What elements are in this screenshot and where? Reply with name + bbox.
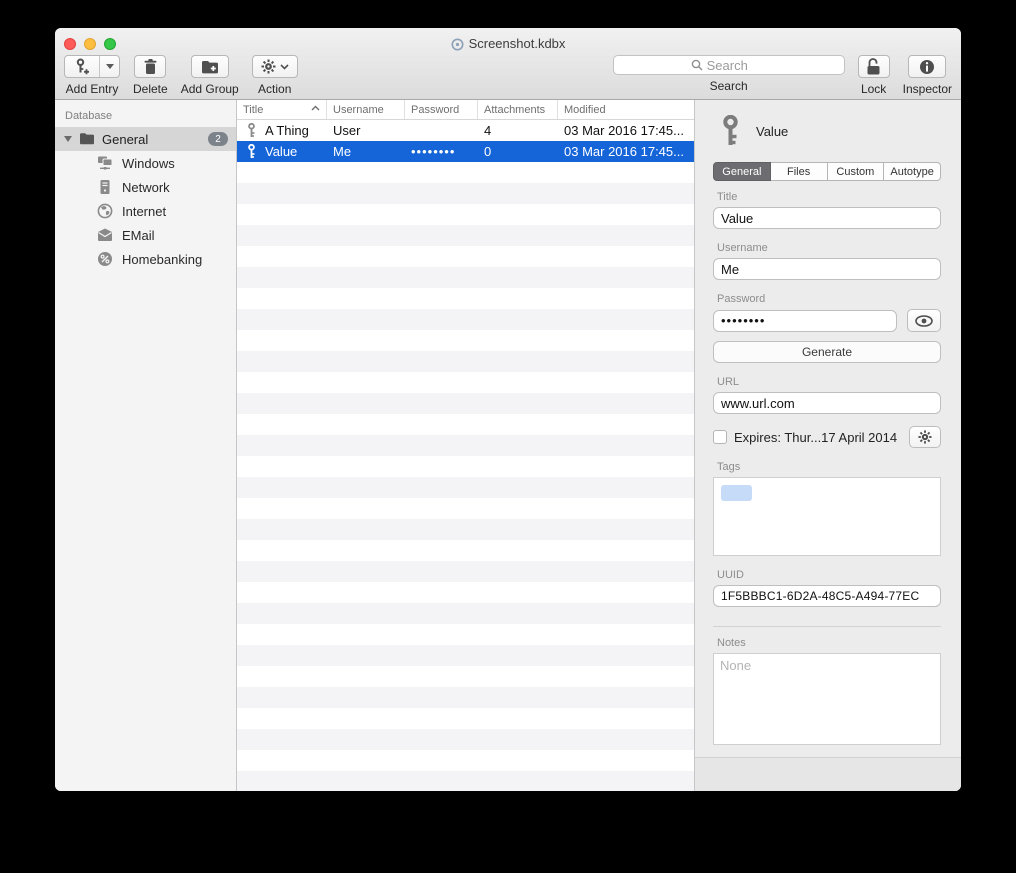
windows-network-icon: [97, 155, 113, 171]
search-icon: [691, 59, 703, 71]
column-header-attachments[interactable]: Attachments: [478, 100, 558, 119]
key-icon: [247, 123, 256, 138]
server-icon: [97, 179, 113, 195]
eye-icon: [915, 315, 933, 327]
key-icon: [247, 144, 256, 159]
entry-table: Title Username Password Attachments Modi…: [237, 100, 695, 791]
table-row-selected[interactable]: Value Me •••••••• 0 03 Mar 2016 17:45...: [237, 141, 694, 162]
sidebar-section-header: Database: [55, 107, 236, 127]
add-group-button[interactable]: [191, 55, 229, 78]
sidebar-item-label: Homebanking: [122, 252, 202, 267]
add-entry-button[interactable]: [64, 55, 120, 78]
generate-button[interactable]: Generate: [713, 341, 941, 363]
sidebar-item-email[interactable]: EMail: [55, 223, 236, 247]
app-window: Screenshot.kdbx Add En: [55, 28, 961, 791]
tab-custom[interactable]: Custom: [828, 162, 885, 181]
info-icon: [919, 59, 935, 75]
toolbar-right: Search Lock: [613, 55, 952, 96]
folder-plus-icon: [201, 60, 219, 74]
action-button[interactable]: [252, 55, 298, 78]
uuid-label: UUID: [717, 569, 941, 581]
inspector-footer: [695, 757, 961, 791]
sort-ascending-icon: [311, 105, 320, 111]
inspector-button[interactable]: [908, 55, 946, 78]
add-entry-dropdown[interactable]: [99, 56, 119, 77]
lock-open-icon: [866, 58, 881, 75]
inspector-tabs: General Files Custom Autotype: [713, 162, 941, 181]
tab-general[interactable]: General: [713, 162, 771, 181]
inspector-panel: Value General Files Custom Autotype Titl…: [695, 100, 961, 791]
entry-count-badge: 2: [208, 132, 228, 146]
sidebar-item-label: EMail: [122, 228, 155, 243]
document-proxy-icon: [451, 38, 464, 51]
tags-label: Tags: [717, 461, 941, 473]
title-label: Title: [717, 191, 941, 203]
trash-icon: [144, 59, 157, 75]
sidebar-item-label: Internet: [122, 204, 166, 219]
expires-settings-button[interactable]: [909, 426, 941, 448]
username-field[interactable]: [713, 258, 941, 280]
titlebar-toolbar: Screenshot.kdbx Add En: [55, 28, 961, 100]
gear-icon: [918, 430, 932, 444]
password-label: Password: [717, 293, 941, 305]
add-entry-label: Add Entry: [66, 82, 119, 96]
globe-icon: [97, 203, 113, 219]
lock-label: Lock: [861, 82, 886, 96]
tab-files[interactable]: Files: [771, 162, 828, 181]
sidebar: Database General 2 Windows: [55, 100, 237, 791]
column-header-title[interactable]: Title: [237, 100, 327, 119]
notes-label: Notes: [717, 637, 941, 649]
disclosure-triangle-icon[interactable]: [64, 136, 72, 142]
key-icon: [720, 115, 741, 147]
sidebar-item-label: Windows: [122, 156, 175, 171]
search-field[interactable]: [613, 55, 845, 75]
column-header-password[interactable]: Password: [405, 100, 478, 119]
tag-pill[interactable]: [721, 485, 752, 501]
toolbar-left: Add Entry Delete: [64, 55, 298, 96]
title-field[interactable]: [713, 207, 941, 229]
chevron-down-icon: [280, 64, 289, 70]
gear-icon: [261, 59, 276, 74]
sidebar-item-label: General: [102, 132, 208, 147]
notes-section: Notes: [695, 627, 961, 750]
delete-button[interactable]: [134, 55, 166, 78]
password-field[interactable]: [713, 310, 897, 332]
url-field[interactable]: [713, 392, 941, 414]
key-plus-icon: [65, 56, 99, 77]
uuid-field[interactable]: [713, 585, 941, 607]
envelope-icon: [97, 227, 113, 243]
expires-label: Expires: Thur...17 April 2014: [734, 430, 909, 445]
url-label: URL: [717, 376, 941, 388]
sidebar-item-general[interactable]: General 2: [55, 127, 236, 151]
inspector-header: Value: [713, 110, 941, 152]
column-header-modified[interactable]: Modified: [558, 100, 694, 119]
expires-row: Expires: Thur...17 April 2014: [713, 426, 941, 448]
sidebar-item-label: Network: [122, 180, 170, 195]
sidebar-item-homebanking[interactable]: Homebanking: [55, 247, 236, 271]
inspector-label: Inspector: [903, 82, 952, 96]
reveal-password-button[interactable]: [907, 309, 941, 332]
search-label: Search: [710, 79, 748, 93]
percent-icon: [97, 251, 113, 267]
table-header: Title Username Password Attachments Modi…: [237, 100, 694, 120]
folder-icon: [79, 131, 95, 147]
sidebar-item-network[interactable]: Network: [55, 175, 236, 199]
window-title: Screenshot.kdbx: [55, 36, 961, 51]
add-group-label: Add Group: [181, 82, 239, 96]
search-input[interactable]: [707, 58, 767, 73]
action-label: Action: [258, 82, 291, 96]
sidebar-item-internet[interactable]: Internet: [55, 199, 236, 223]
column-header-username[interactable]: Username: [327, 100, 405, 119]
expires-checkbox[interactable]: [713, 430, 727, 444]
username-label: Username: [717, 242, 941, 254]
lock-button[interactable]: [858, 55, 890, 78]
table-empty-area: [237, 162, 694, 791]
table-row[interactable]: A Thing User 4 03 Mar 2016 17:45...: [237, 120, 694, 141]
notes-field[interactable]: [713, 653, 941, 745]
tab-autotype[interactable]: Autotype: [884, 162, 941, 181]
sidebar-item-windows[interactable]: Windows: [55, 151, 236, 175]
inspector-entry-title: Value: [756, 124, 788, 139]
tags-box[interactable]: [713, 477, 941, 556]
delete-label: Delete: [133, 82, 168, 96]
